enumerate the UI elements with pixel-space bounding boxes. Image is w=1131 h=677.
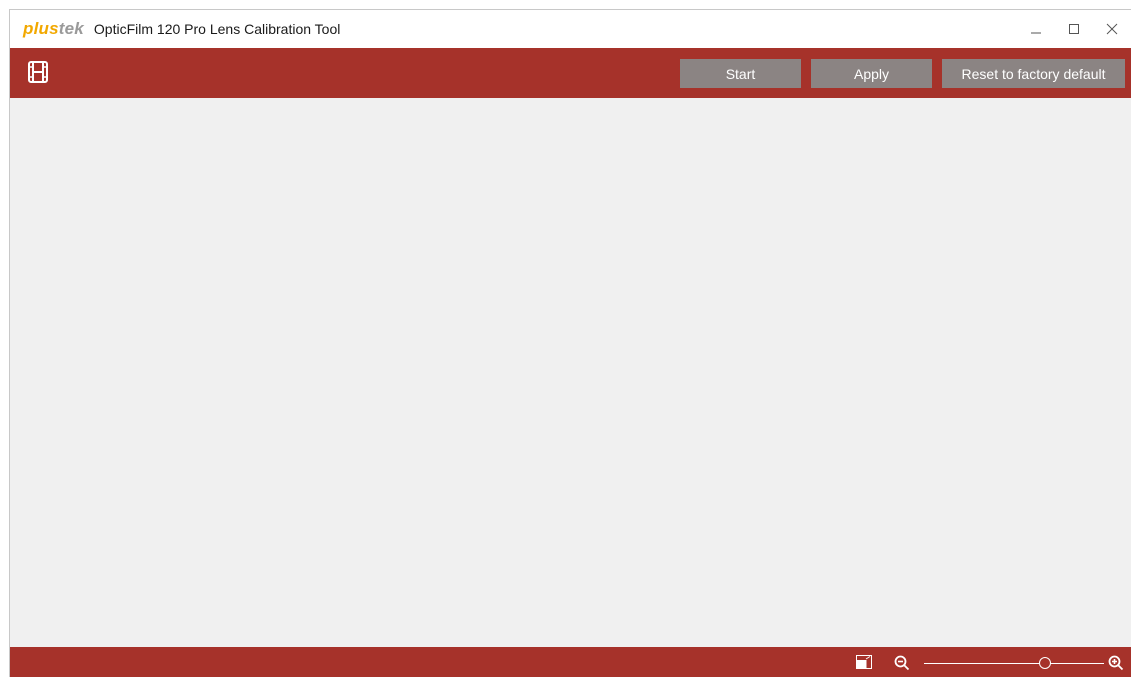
reset-factory-default-button[interactable]: Reset to factory default [942,59,1125,88]
toolbar: Start Apply Reset to factory default [10,48,1131,98]
logo-main: plus [23,19,59,38]
zoom-in-icon[interactable] [1108,655,1124,671]
minimize-icon [1031,32,1041,34]
window-controls [1017,10,1131,48]
close-button[interactable] [1093,10,1131,48]
preview-area [10,98,1131,647]
app-window: plustek OpticFilm 120 Pro Lens Calibrati… [10,10,1131,677]
window-title: OpticFilm 120 Pro Lens Calibration Tool [93,21,341,37]
title-bar[interactable]: plustek OpticFilm 120 Pro Lens Calibrati… [10,10,1131,48]
maximize-icon [1069,24,1079,34]
plustek-logo: plustek [23,19,84,39]
zoom-out-icon[interactable] [894,655,910,671]
start-button[interactable]: Start [680,59,801,88]
maximize-button[interactable] [1055,10,1093,48]
status-bar [10,647,1131,677]
zoom-slider-handle[interactable] [1038,657,1051,669]
minimize-button[interactable] [1017,10,1055,48]
fit-to-window-icon[interactable] [856,655,872,669]
close-icon [1106,23,1118,35]
film-icon[interactable] [28,61,48,83]
apply-button[interactable]: Apply [811,59,932,88]
logo-accent: tek [58,19,84,38]
zoom-slider-track[interactable] [924,663,1104,664]
